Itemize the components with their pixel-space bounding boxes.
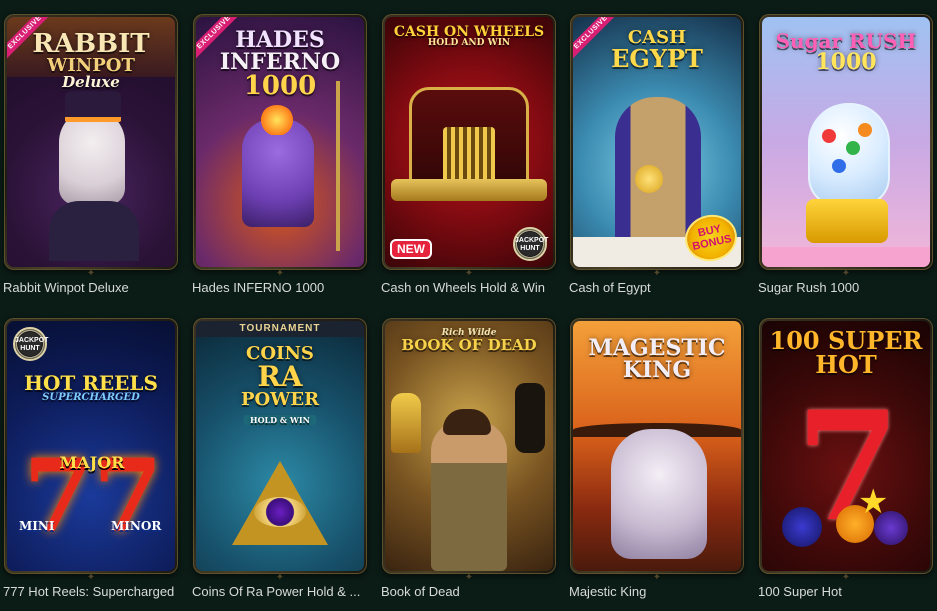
new-badge: NEW [390,239,432,259]
game-card-777-hot-reels[interactable]: JACKPOT HUNT HOT REELS SUPERCHARGED 77 M… [3,318,183,611]
game-thumbnail-art[interactable]: TOURNAMENT COINS RA POWER HOLD & WIN [196,321,364,571]
frame-ornament: ✦ [464,572,474,583]
game-thumbnail-art[interactable]: RABBIT WINPOT Deluxe EXCLUSIVE [7,17,175,267]
game-card-rabbit-winpot-deluxe[interactable]: RABBIT WINPOT Deluxe EXCLUSIVE ✦ Rabbit … [3,14,183,314]
game-grid: RABBIT WINPOT Deluxe EXCLUSIVE ✦ Rabbit … [0,0,937,611]
jackpot-hunt-badge: JACKPOT HUNT [13,327,48,361]
rich-wilde-illustration [431,421,507,571]
game-card-book-of-dead[interactable]: Rich Wilde BOOK OF DEAD ✦ Book of Dead [381,318,561,611]
game-label[interactable]: Book of Dead [381,584,561,599]
game-thumbnail-art[interactable]: Sugar RUSH 1000 [762,17,930,267]
mini-label: MINI [19,519,55,533]
game-thumbnail-frame[interactable]: RABBIT WINPOT Deluxe EXCLUSIVE [4,14,178,270]
anubis-illustration [515,383,545,453]
game-thumbnail-frame[interactable]: JACKPOT HUNT HOT REELS SUPERCHARGED 77 M… [4,318,178,574]
game-card-cash-on-wheels[interactable]: CASH ON WHEELS HOLD AND WIN NEW JACKPOT … [381,14,561,314]
game-title-logo: CASH EGYPT [611,27,703,73]
frame-ornament: ✦ [652,268,662,279]
frame-ornament: ✦ [86,572,96,583]
game-label[interactable]: Majestic King [569,584,749,599]
game-thumbnail-art[interactable]: 100 SUPER HOT 7 ★ [762,321,930,571]
game-label[interactable]: Sugar Rush 1000 [758,280,937,295]
game-thumbnail-frame[interactable]: Rich Wilde BOOK OF DEAD [382,318,556,574]
game-thumbnail-art[interactable]: Rich Wilde BOOK OF DEAD [385,321,553,571]
game-thumbnail-art[interactable]: MAGESTIC KING [573,321,741,571]
game-thumbnail-art[interactable]: CASH ON WHEELS HOLD AND WIN NEW JACKPOT … [385,17,553,267]
white-lion-illustration [611,429,707,559]
game-thumbnail-frame[interactable]: HADES INFERNO 1000 EXCLUSIVE [193,14,367,270]
game-card-cash-of-egypt[interactable]: CASH EGYPT EXCLUSIVE BUY BONUS ✦ Cash of… [569,14,749,314]
frame-ornament: ✦ [275,268,285,279]
game-label[interactable]: 100 Super Hot [758,584,937,599]
game-title-logo: CASH ON WHEELS HOLD AND WIN [393,24,545,48]
game-title-logo: COINS RA POWER HOLD & WIN [240,343,320,425]
game-label[interactable]: 777 Hot Reels: Supercharged [3,584,183,599]
jackpot-hunt-badge: JACKPOT HUNT [513,227,548,261]
game-thumbnail-frame[interactable]: TOURNAMENT COINS RA POWER HOLD & WIN [193,318,367,574]
tournament-banner: TOURNAMENT [196,321,364,337]
game-title-logo: Rich Wilde BOOK OF DEAD [401,328,537,354]
game-thumbnail-art[interactable]: CASH EGYPT EXCLUSIVE BUY BONUS [573,17,741,267]
game-card-sugar-rush-1000[interactable]: Sugar RUSH 1000 ✦ Sugar Rush 1000 [758,14,937,314]
hades-illustration [242,119,314,227]
game-card-hades-inferno-1000[interactable]: HADES INFERNO 1000 EXCLUSIVE ✦ Hades INF… [192,14,372,314]
game-label[interactable]: Rabbit Winpot Deluxe [3,280,183,295]
frame-ornament: ✦ [841,572,851,583]
game-thumbnail-frame[interactable]: CASH ON WHEELS HOLD AND WIN NEW JACKPOT … [382,14,556,270]
game-thumbnail-frame[interactable]: Sugar RUSH 1000 [759,14,933,270]
game-title-logo: MAGESTIC KING [588,335,726,383]
major-label: MAJOR [59,453,125,472]
minor-label: MINOR [111,519,162,533]
game-label[interactable]: Cash of Egypt [569,280,749,295]
frame-ornament: ✦ [86,268,96,279]
game-title-logo: Sugar RUSH 1000 [775,29,917,75]
frame-ornament: ✦ [841,268,851,279]
game-thumbnail-art[interactable]: JACKPOT HUNT HOT REELS SUPERCHARGED 77 M… [7,321,175,571]
frame-ornament: ✦ [275,572,285,583]
game-thumbnail-frame[interactable]: MAGESTIC KING [570,318,744,574]
game-card-100-super-hot[interactable]: 100 SUPER HOT 7 ★ ✦ 100 Super Hot [758,318,937,611]
game-label[interactable]: Coins Of Ra Power Hold & ... [192,584,372,599]
gumball-machine-illustration [808,103,890,207]
frame-ornament: ✦ [652,572,662,583]
frame-ornament: ✦ [464,268,474,279]
game-thumbnail-frame[interactable]: CASH EGYPT EXCLUSIVE BUY BONUS [570,14,744,270]
game-card-coins-of-ra-power[interactable]: TOURNAMENT COINS RA POWER HOLD & WIN ✦ C… [192,318,372,611]
game-thumbnail-frame[interactable]: 100 SUPER HOT 7 ★ [759,318,933,574]
pharaoh-mask-illustration [391,393,421,453]
game-card-majestic-king[interactable]: MAGESTIC KING ✦ Majestic King [569,318,749,611]
grapes-icon [782,507,822,547]
star-icon: ★ [858,482,889,522]
game-label[interactable]: Hades INFERNO 1000 [192,280,372,295]
game-title-logo: HADES INFERNO 1000 [219,27,341,101]
game-label[interactable]: Cash on Wheels Hold & Win [381,280,561,295]
rabbit-illustration [59,109,125,205]
game-title-logo: 100 SUPER HOT [769,326,923,379]
game-thumbnail-art[interactable]: HADES INFERNO 1000 EXCLUSIVE [196,17,364,267]
game-title-logo: RABBIT WINPOT Deluxe [32,29,150,91]
game-title-logo: HOT REELS SUPERCHARGED [24,371,158,403]
